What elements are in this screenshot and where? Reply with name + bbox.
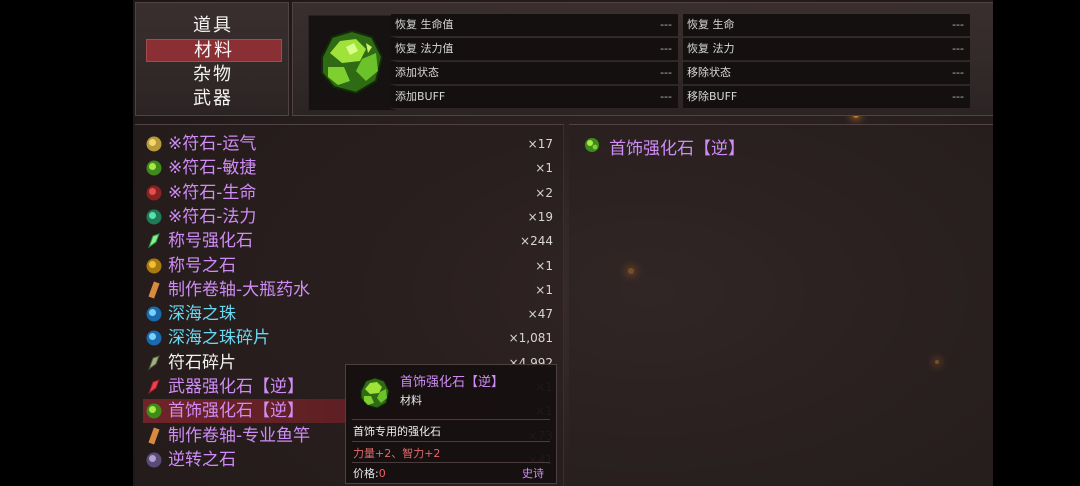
item-quantity: ×1	[535, 258, 553, 273]
price-value: 0	[378, 467, 386, 480]
item-row[interactable]: 深海之珠 ×47	[143, 302, 557, 326]
tooltip-divider	[352, 419, 550, 420]
selected-item-preview	[308, 15, 396, 111]
pearl-shard-icon	[146, 330, 162, 346]
stat-value: ---	[660, 90, 672, 103]
item-name: 深海之珠	[168, 304, 236, 325]
stat-restore-mana: 恢复 法力 ---	[683, 38, 970, 61]
item-quantity: ×47	[527, 307, 553, 322]
stat-add-status: 添加状态 ---	[391, 62, 678, 85]
stat-label: 恢复 法力	[687, 42, 735, 55]
stat-label: 恢复 生命	[687, 18, 735, 31]
item-row[interactable]: 制作卷轴-大瓶药水 ×1	[143, 278, 557, 302]
scroll-icon	[148, 427, 160, 445]
item-name: 深海之珠碎片	[168, 328, 270, 349]
item-name: ※符石-法力	[168, 206, 257, 227]
stat-value: ---	[952, 42, 964, 55]
tooltip-price: 价格:0	[353, 465, 386, 481]
category-tab-weapons[interactable]: 武器	[146, 88, 280, 109]
category-menu: 道具 材料 杂物 武器	[135, 2, 289, 116]
item-quantity: ×17	[527, 137, 553, 151]
category-tab-materials[interactable]: 材料	[146, 39, 282, 62]
item-row[interactable]: ※符石-运气 ×17	[143, 132, 557, 156]
pearl-icon	[146, 306, 162, 322]
stat-value: ---	[660, 66, 672, 79]
item-quantity: ×1,081	[508, 331, 553, 346]
item-name: 武器强化石【逆】	[168, 377, 304, 397]
stat-label: 恢复 法力值	[395, 42, 454, 55]
item-name: 逆转之石	[168, 449, 236, 470]
item-row[interactable]: ※符石-生命 ×2	[143, 181, 557, 205]
tooltip-description: 首饰专用的强化石	[353, 425, 441, 438]
stat-value: ---	[660, 42, 672, 55]
tooltip-rarity: 史诗	[522, 467, 544, 480]
price-label: 价格:	[353, 467, 379, 480]
rune-life-icon	[146, 185, 162, 201]
item-row[interactable]: ※符石-法力 ×19	[143, 205, 557, 229]
item-name: ※符石-运气	[168, 134, 257, 154]
item-name: ※符石-敏捷	[168, 158, 257, 179]
stat-label: 恢复 生命值	[395, 18, 454, 31]
rune-luck-icon	[146, 136, 162, 152]
item-name: 称号之石	[168, 255, 236, 276]
stat-remove-status: 移除状态 ---	[683, 62, 970, 85]
jewelry-stone-icon	[321, 29, 384, 95]
tooltip-item-name: 首饰强化石【逆】	[400, 375, 505, 390]
detail-item-name: 首饰强化石【逆】	[609, 139, 745, 159]
stat-value: ---	[952, 18, 964, 31]
stat-label: 添加BUFF	[395, 90, 446, 103]
item-name: ※符石-生命	[168, 182, 257, 203]
tooltip-attributes: 力量+2、智力+2	[353, 447, 441, 460]
item-row[interactable]: 深海之珠碎片 ×1,081	[143, 326, 557, 350]
stat-label: 移除BUFF	[687, 90, 738, 103]
rune-mana-icon	[146, 209, 162, 225]
weapon-stone-icon	[147, 379, 160, 395]
jewelry-stone-icon	[360, 377, 390, 409]
category-tab-items[interactable]: 道具	[146, 15, 280, 36]
item-stats-panel: 恢复 生命值 --- 恢复 法力值 --- 添加状态 --- 添加BUFF --…	[292, 2, 993, 116]
stat-value: ---	[660, 18, 672, 31]
stat-remove-buff: 移除BUFF ---	[683, 86, 970, 109]
item-name: 制作卷轴-大瓶药水	[168, 279, 311, 300]
stat-value: ---	[952, 90, 964, 103]
item-quantity: ×1	[535, 161, 553, 176]
rune-agility-icon	[146, 160, 162, 176]
jewelry-stone-icon	[146, 403, 162, 419]
stat-restore-mp: 恢复 法力值 ---	[391, 38, 678, 61]
jewelry-stone-icon	[585, 138, 599, 152]
title-orb-icon	[146, 258, 162, 273]
item-name: 首饰强化石【逆】	[168, 401, 304, 422]
game-screen: 道具 材料 杂物 武器 恢复 生命值 --- 恢复 法力值 --- 添加状态 -…	[133, 0, 993, 486]
rune-shard-icon	[147, 354, 160, 371]
scroll-icon	[148, 281, 160, 299]
stat-value: ---	[952, 66, 964, 79]
tooltip-item-type: 材料	[400, 394, 422, 407]
stat-label: 添加状态	[395, 66, 439, 79]
stat-restore-life: 恢复 生命 ---	[683, 14, 970, 37]
category-tab-misc[interactable]: 杂物	[146, 64, 280, 85]
item-quantity: ×244	[520, 234, 553, 249]
stat-label: 移除状态	[687, 66, 731, 79]
reverse-stone-icon	[146, 452, 162, 468]
item-row[interactable]: 称号强化石 ×244	[143, 229, 557, 253]
item-detail-panel: 首饰强化石【逆】	[569, 124, 993, 486]
item-name: 称号强化石	[168, 231, 253, 252]
item-name: 符石碎片	[168, 352, 236, 373]
item-quantity: ×19	[527, 209, 553, 224]
item-quantity: ×1	[535, 282, 553, 297]
item-row[interactable]: ※符石-敏捷 ×1	[143, 156, 557, 180]
tooltip-divider	[352, 462, 550, 463]
stat-restore-hp: 恢复 生命值 ---	[391, 14, 678, 37]
item-tooltip: 首饰强化石【逆】 材料 首饰专用的强化石 力量+2、智力+2 价格:0 史诗	[345, 364, 557, 484]
stat-add-buff: 添加BUFF ---	[391, 86, 678, 109]
title-stone-icon	[147, 233, 160, 249]
tooltip-divider	[352, 441, 550, 442]
item-row[interactable]: 称号之石 ×1	[143, 254, 557, 278]
item-quantity: ×2	[535, 185, 553, 200]
item-name: 制作卷轴-专业鱼竿	[168, 425, 311, 446]
